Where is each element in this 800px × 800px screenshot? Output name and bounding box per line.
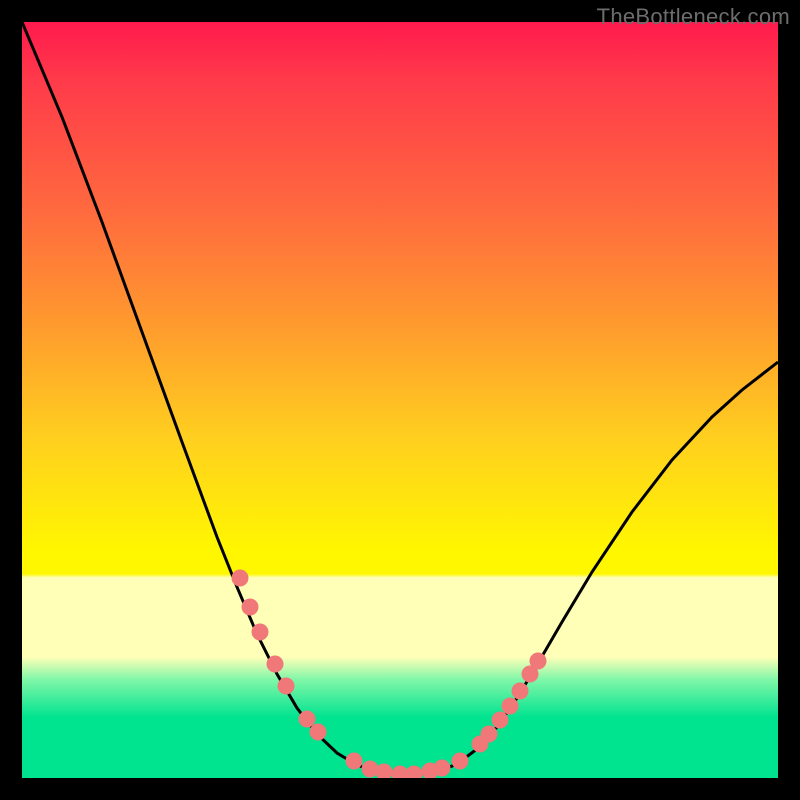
data-dot — [502, 698, 519, 715]
curve-dots — [232, 570, 547, 779]
data-dot — [362, 761, 379, 778]
data-dot — [278, 678, 295, 695]
data-dot — [452, 753, 469, 770]
data-dot — [376, 764, 393, 779]
data-dot — [406, 766, 423, 779]
data-dot — [434, 760, 451, 777]
data-dot — [512, 683, 529, 700]
data-dot — [492, 712, 509, 729]
data-dot — [299, 711, 316, 728]
watermark-label: TheBottleneck.com — [597, 4, 790, 30]
data-dot — [242, 599, 259, 616]
data-dot — [310, 724, 327, 741]
data-dot — [481, 726, 498, 743]
data-dot — [346, 753, 363, 770]
bottleneck-curve — [22, 22, 778, 774]
data-dot — [252, 624, 269, 641]
data-dot — [267, 656, 284, 673]
chart-svg — [22, 22, 778, 778]
chart-plot-area — [22, 22, 778, 778]
data-dot — [530, 653, 547, 670]
data-dot — [232, 570, 249, 587]
